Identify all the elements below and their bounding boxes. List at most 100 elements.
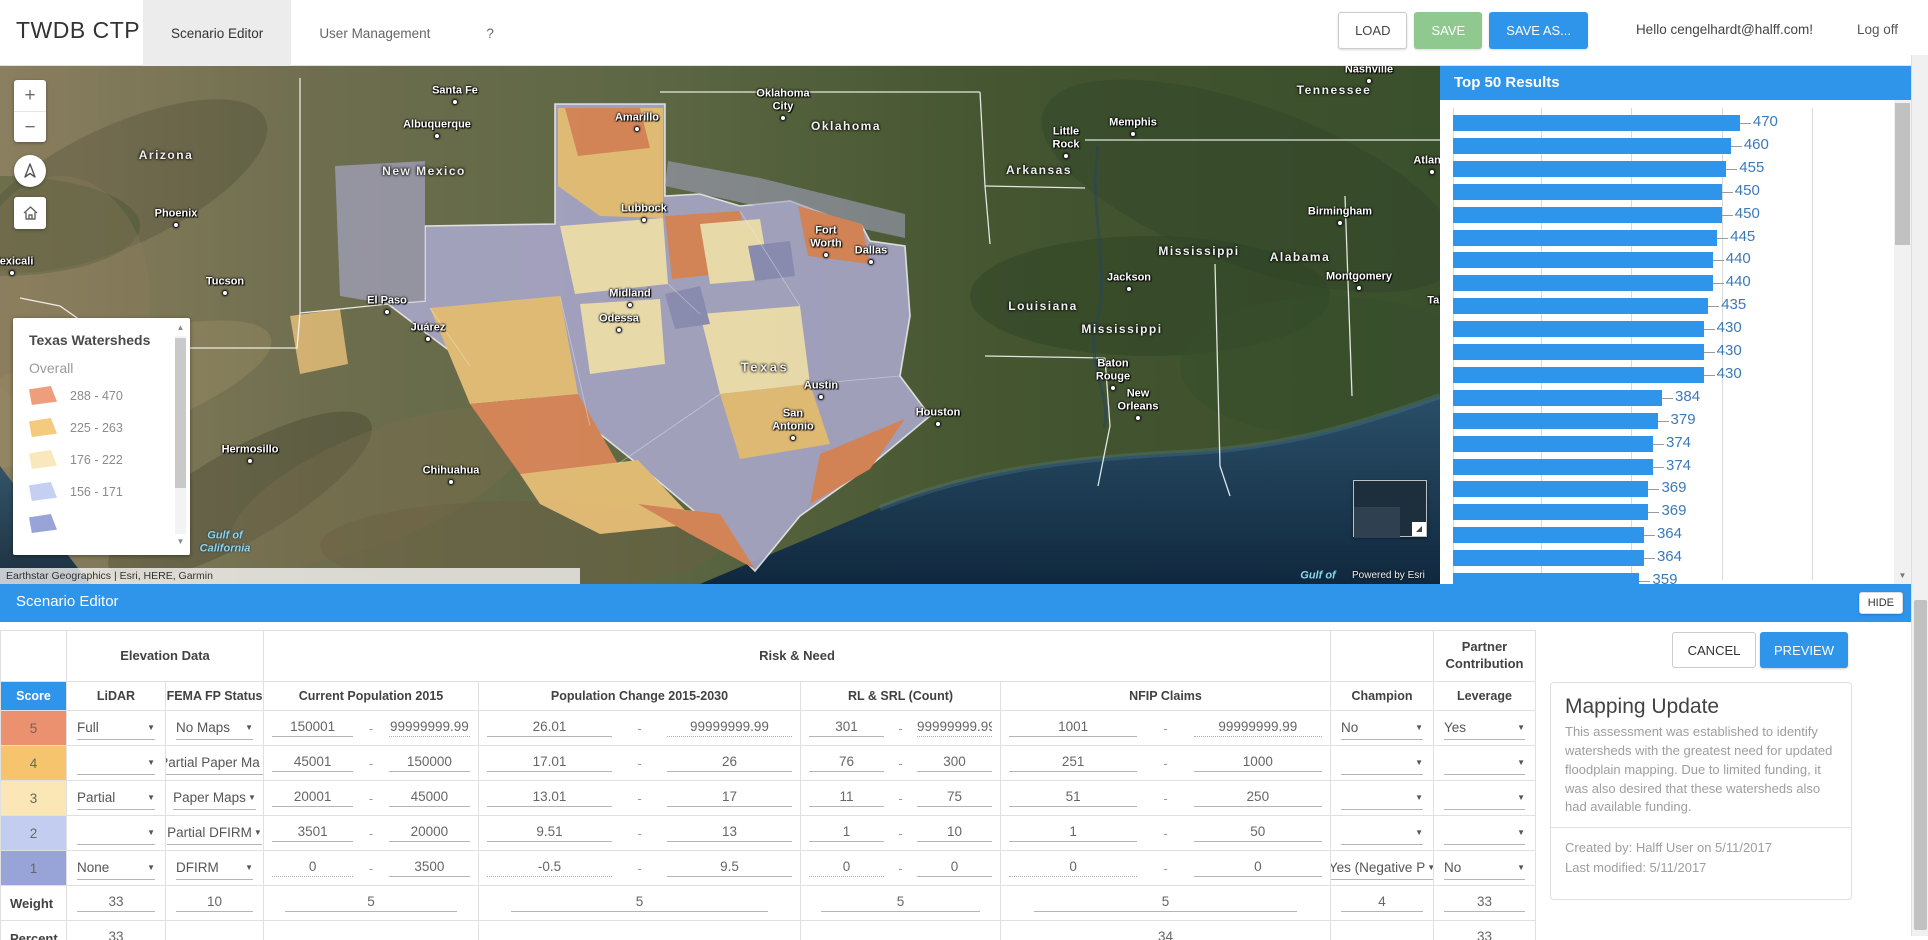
rl-srl-min-input[interactable]: 76 [809,754,884,772]
result-bar[interactable] [1453,184,1722,200]
weight-row-input[interactable]: 4 [1341,894,1423,912]
leverage-dropdown[interactable]: No▼ [1444,856,1525,880]
current-population-min-input[interactable]: 150001 [272,719,353,737]
rl-srl-max-input[interactable]: 0 [917,859,992,877]
current-population-min-input[interactable]: 0 [272,859,353,877]
leverage-dropdown[interactable]: Yes▼ [1444,716,1525,740]
load-button[interactable]: LOAD [1338,12,1407,49]
leverage-dropdown[interactable]: ▼ [1444,751,1525,775]
result-bar[interactable] [1453,138,1731,154]
nfip-claims-min-input[interactable]: 51 [1009,789,1137,807]
lidar-dropdown[interactable]: Full▼ [77,716,155,740]
weight-row-input[interactable]: 5 [821,894,980,912]
population-change-min-input[interactable]: 26.01 [487,719,612,737]
inset-toggle-button[interactable] [1412,522,1426,536]
population-change-max-input[interactable]: 9.5 [667,859,792,877]
rl-srl-min-input[interactable]: 1 [809,824,884,842]
nfip-claims-min-input[interactable]: 0 [1009,859,1137,877]
result-bar[interactable] [1453,161,1726,177]
save-as-button[interactable]: SAVE AS... [1489,12,1588,49]
home-extent-button[interactable] [14,197,46,229]
percent-row-input[interactable]: 33 [1444,929,1525,940]
locate-button[interactable] [14,155,46,187]
save-button[interactable]: SAVE [1414,12,1482,49]
result-bar[interactable] [1453,504,1648,520]
population-change-min-input[interactable]: -0.5 [487,859,612,877]
fema-fp-status-dropdown[interactable]: DFIRM▼ [176,856,253,880]
champion-dropdown[interactable]: ▼ [1341,786,1423,810]
weight-row-input[interactable]: 33 [77,894,155,912]
population-change-min-input[interactable]: 17.01 [487,754,612,772]
nfip-claims-min-input[interactable]: 1 [1009,824,1137,842]
leverage-dropdown[interactable]: ▼ [1444,821,1525,845]
champion-dropdown[interactable]: Yes (Negative P▼ [1331,856,1434,880]
legend-scroll-down-icon[interactable]: ▼ [174,536,187,548]
current-population-max-input[interactable]: 99999999.99 [389,719,470,737]
current-population-min-input[interactable]: 20001 [272,789,353,807]
population-change-min-input[interactable]: 9.51 [487,824,612,842]
result-bar[interactable] [1453,298,1708,314]
overview-inset-map[interactable] [1353,480,1427,537]
result-bar[interactable] [1453,573,1639,584]
weight-row-input[interactable]: 33 [1444,894,1525,912]
percent-row-input[interactable]: 33 [77,929,155,940]
result-bar[interactable] [1453,230,1717,246]
result-bar[interactable] [1453,550,1644,566]
current-population-min-input[interactable]: 3501 [272,824,353,842]
population-change-max-input[interactable]: 99999999.99 [667,719,792,737]
nfip-claims-min-input[interactable]: 251 [1009,754,1137,772]
current-population-max-input[interactable]: 3500 [389,859,470,877]
rl-srl-min-input[interactable]: 0 [809,859,884,877]
percent-row-input[interactable]: 34 [1034,929,1297,940]
current-population-max-input[interactable]: 45000 [389,789,470,807]
zoom-in-button[interactable]: + [14,80,46,111]
lidar-dropdown[interactable]: ▼ [77,751,155,775]
cancel-button[interactable]: CANCEL [1672,632,1756,668]
weight-row-input[interactable]: 10 [176,894,254,912]
rl-srl-max-input[interactable]: 300 [917,754,992,772]
tab-[interactable]: ? [458,0,522,66]
page-scroll-thumb[interactable] [1914,600,1927,930]
weight-row-input[interactable]: 5 [285,894,456,912]
population-change-max-input[interactable]: 26 [667,754,792,772]
result-bar[interactable] [1453,367,1704,383]
result-bar[interactable] [1453,436,1653,452]
results-scroll-thumb[interactable] [1895,103,1910,245]
population-change-max-input[interactable]: 17 [667,789,792,807]
lidar-dropdown[interactable]: None▼ [77,856,155,880]
preview-button[interactable]: PREVIEW [1760,632,1848,668]
legend-scroll-thumb[interactable] [175,338,186,488]
rl-srl-max-input[interactable]: 75 [917,789,992,807]
nfip-claims-max-input[interactable]: 0 [1194,859,1322,877]
champion-dropdown[interactable]: ▼ [1341,821,1423,845]
fema-fp-status-dropdown[interactable]: Partial Paper Ma▼ [166,751,264,775]
result-bar[interactable] [1453,321,1704,337]
weight-row-input[interactable]: 5 [1034,894,1297,912]
result-bar[interactable] [1453,481,1648,497]
result-bar[interactable] [1453,527,1644,543]
fema-fp-status-dropdown[interactable]: Partial DFIRM▼ [167,821,262,845]
champion-dropdown[interactable]: No▼ [1341,716,1423,740]
zoom-out-button[interactable]: − [14,111,46,142]
result-bar[interactable] [1453,252,1713,268]
fema-fp-status-dropdown[interactable]: Paper Maps▼ [173,786,256,810]
map-canvas[interactable]: ArizonaNew MexicoOklahomaArkansasMississ… [0,66,1440,584]
rl-srl-min-input[interactable]: 301 [809,719,884,737]
nfip-claims-max-input[interactable]: 99999999.99 [1194,719,1322,737]
tab-scenario-editor[interactable]: Scenario Editor [143,0,291,66]
nfip-claims-max-input[interactable]: 250 [1194,789,1322,807]
nfip-claims-max-input[interactable]: 1000 [1194,754,1322,772]
weight-row-input[interactable]: 5 [511,894,768,912]
result-bar[interactable] [1453,207,1722,223]
population-change-min-input[interactable]: 13.01 [487,789,612,807]
lidar-dropdown[interactable]: ▼ [77,821,155,845]
hide-button[interactable]: HIDE [1859,592,1903,614]
champion-dropdown[interactable]: ▼ [1341,751,1423,775]
result-bar[interactable] [1453,275,1713,291]
lidar-dropdown[interactable]: Partial▼ [77,786,155,810]
fema-fp-status-dropdown[interactable]: No Maps▼ [176,716,253,740]
results-scroll-down-icon[interactable]: ▼ [1894,568,1911,584]
rl-srl-max-input[interactable]: 99999999.99 [917,719,992,737]
result-bar[interactable] [1453,344,1704,360]
rl-srl-min-input[interactable]: 11 [809,789,884,807]
